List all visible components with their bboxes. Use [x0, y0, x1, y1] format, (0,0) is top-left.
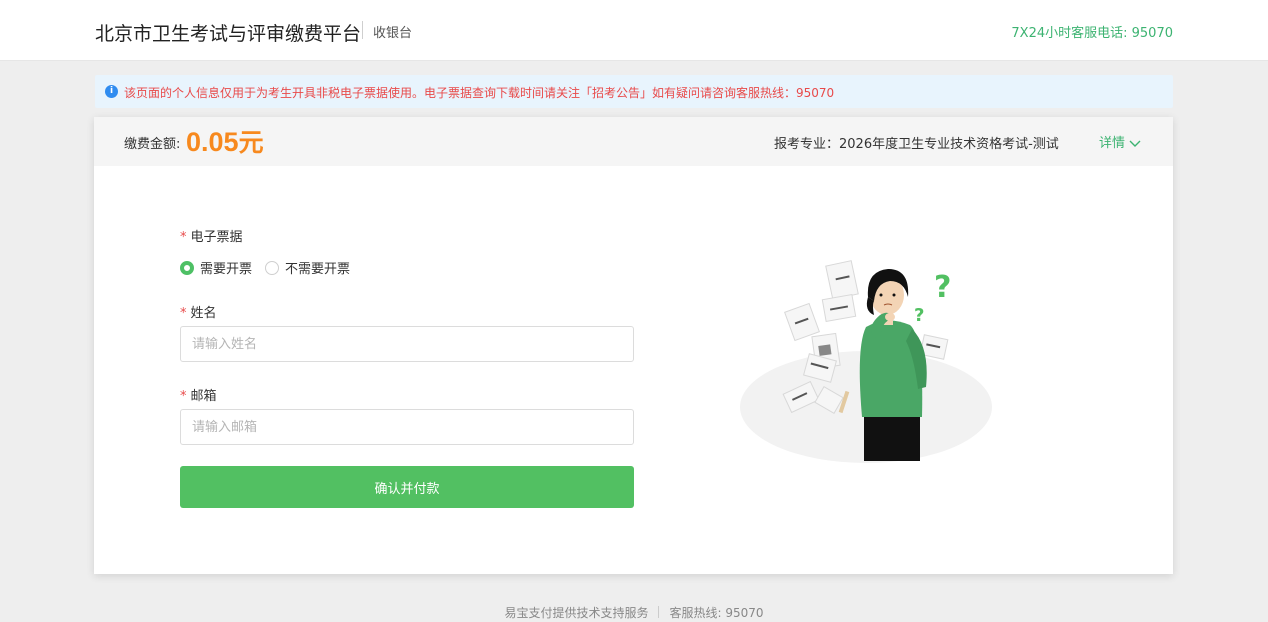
radio-checked-icon [180, 261, 194, 275]
info-icon: i [105, 85, 118, 98]
radio-label: 不需要开票 [285, 262, 351, 277]
radio-label: 需要开票 [200, 262, 253, 277]
invoice-label: * 电子票据 [180, 230, 243, 245]
notice-banner: i 该页面的个人信息仅用于为考生开具非税电子票据使用。电子票据查询下载时间请关注… [95, 75, 1173, 108]
radio-need-invoice[interactable]: 需要开票 [180, 258, 252, 277]
platform-title: 北京市卫生考试与评审缴费平台 [95, 23, 362, 45]
person-figure [859, 269, 927, 461]
detail-toggle[interactable]: 详情 [1099, 132, 1141, 151]
title-divider [362, 21, 363, 39]
email-label: * 邮箱 [180, 389, 217, 404]
confused-person-illustration: ? ? [740, 260, 992, 463]
top-bar: 北京市卫生考试与评审缴费平台 收银台 7X24小时客服电话: 95070 [0, 0, 1268, 61]
footer-hotline: 客服热线: 95070 [669, 606, 764, 620]
page-footer: 易宝支付提供技术支持服务 客服热线: 95070 [0, 604, 1268, 621]
footer-divider [658, 606, 660, 618]
email-input[interactable] [180, 409, 634, 445]
chevron-down-icon [1129, 140, 1141, 147]
name-label: * 姓名 [180, 306, 217, 321]
radio-no-invoice[interactable]: 不需要开票 [265, 258, 350, 277]
required-mark: * [180, 230, 187, 245]
confirm-pay-button[interactable]: 确认并付款 [180, 466, 634, 508]
exam-major: 报考专业：2026年度卫生专业技术资格考试-测试 [774, 137, 1059, 152]
required-mark: * [180, 306, 187, 321]
detail-label: 详情 [1099, 136, 1126, 151]
question-mark-small: ? [914, 305, 924, 326]
amount-number: 0.05 [186, 127, 239, 157]
question-mark-large: ? [934, 270, 951, 305]
required-mark: * [180, 389, 187, 404]
cashier-label: 收银台 [373, 26, 413, 41]
amount-unit: 元 [238, 129, 264, 157]
amount-value: 0.05元 [186, 123, 264, 159]
footer-provider: 易宝支付提供技术支持服务 [504, 606, 649, 620]
payment-summary: 缴费金额: 0.05元 报考专业：2026年度卫生专业技术资格考试-测试 详情 [94, 117, 1173, 166]
payment-card: 缴费金额: 0.05元 报考专业：2026年度卫生专业技术资格考试-测试 详情 … [94, 117, 1173, 574]
name-input[interactable] [180, 326, 634, 362]
service-hotline: 7X24小时客服电话: 95070 [1011, 26, 1173, 41]
amount-label: 缴费金额: [124, 137, 181, 152]
radio-unchecked-icon [265, 261, 279, 275]
notice-text: 该页面的个人信息仅用于为考生开具非税电子票据使用。电子票据查询下载时间请关注「招… [124, 86, 835, 100]
